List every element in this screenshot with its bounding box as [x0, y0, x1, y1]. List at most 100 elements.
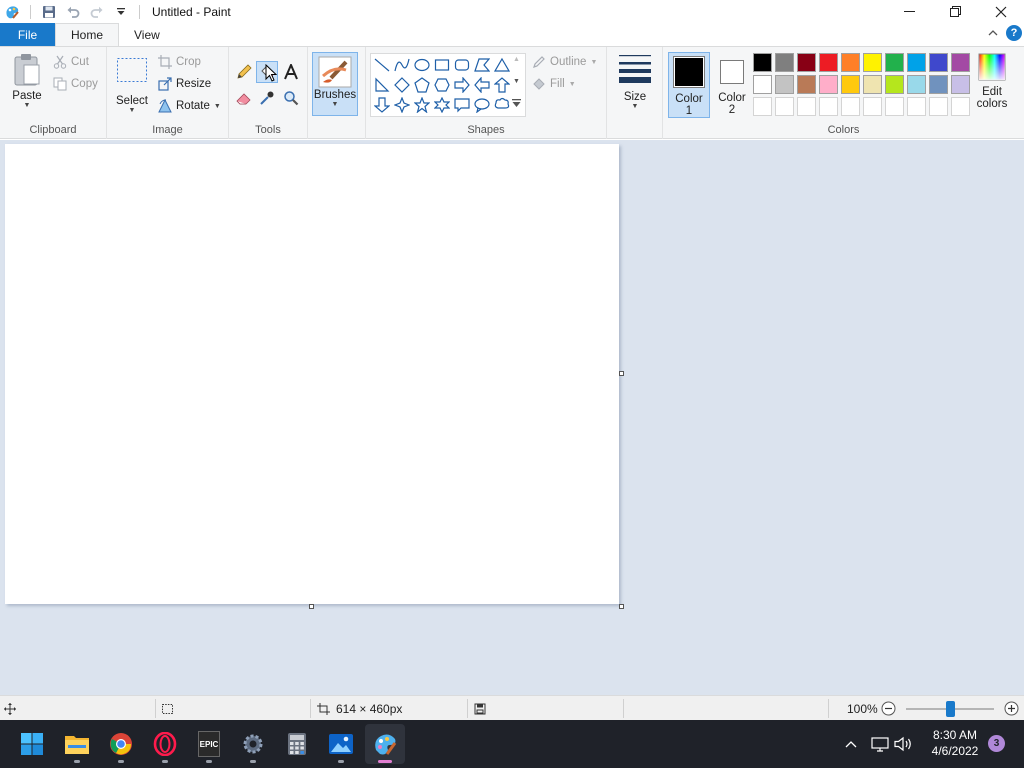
- triangle-shape-icon[interactable]: [492, 55, 512, 75]
- network-icon[interactable]: [869, 736, 891, 752]
- right-arrow-shape-icon[interactable]: [452, 75, 472, 95]
- polygon-shape-icon[interactable]: [472, 55, 492, 75]
- paste-dropdown-icon[interactable]: ▼: [24, 102, 31, 109]
- taskbar-paint[interactable]: [365, 724, 405, 764]
- size-button[interactable]: Size ▼: [615, 53, 655, 110]
- down-arrow-shape-icon[interactable]: [372, 95, 392, 115]
- palette-swatch[interactable]: [885, 75, 904, 94]
- palette-swatch[interactable]: [841, 53, 860, 72]
- fill-button[interactable]: Fill ▼: [532, 77, 576, 91]
- save-icon[interactable]: [37, 0, 61, 23]
- left-arrow-shape-icon[interactable]: [472, 75, 492, 95]
- tab-home[interactable]: Home: [55, 23, 120, 46]
- paste-button[interactable]: Paste ▼: [8, 53, 46, 109]
- palette-swatch[interactable]: [797, 53, 816, 72]
- palette-swatch[interactable]: [753, 75, 772, 94]
- shapes-scroll-up-icon[interactable]: ▲: [513, 56, 520, 63]
- palette-swatch[interactable]: [951, 75, 970, 94]
- customize-quick-access-icon[interactable]: [109, 0, 133, 23]
- color2-button[interactable]: Color 2: [713, 52, 751, 118]
- palette-swatch[interactable]: [775, 75, 794, 94]
- custom-color-slot[interactable]: [863, 97, 882, 116]
- help-icon[interactable]: ?: [1006, 25, 1022, 41]
- select-button[interactable]: Select ▼: [115, 57, 149, 114]
- paint-app-icon[interactable]: [0, 0, 24, 23]
- palette-swatch[interactable]: [929, 75, 948, 94]
- taskbar-settings[interactable]: [233, 724, 273, 764]
- collapse-ribbon-icon[interactable]: [988, 26, 998, 40]
- palette-swatch[interactable]: [929, 53, 948, 72]
- taskbar-chrome[interactable]: [101, 724, 141, 764]
- custom-color-slot[interactable]: [775, 97, 794, 116]
- custom-color-slot[interactable]: [841, 97, 860, 116]
- eraser-tool[interactable]: [233, 87, 255, 109]
- minimize-button[interactable]: [886, 0, 932, 23]
- outline-dropdown-icon[interactable]: ▼: [590, 59, 597, 66]
- palette-swatch[interactable]: [819, 53, 838, 72]
- palette-swatch[interactable]: [885, 53, 904, 72]
- hexagon-shape-icon[interactable]: [432, 75, 452, 95]
- oval-shape-icon[interactable]: [412, 55, 432, 75]
- taskbar-epic-games[interactable]: EPIC: [189, 724, 229, 764]
- custom-color-slot[interactable]: [753, 97, 772, 116]
- zoom-in-icon[interactable]: [1004, 701, 1019, 719]
- palette-swatch[interactable]: [863, 53, 882, 72]
- palette-swatch[interactable]: [797, 75, 816, 94]
- edit-colors-button[interactable]: Edit colors: [974, 53, 1010, 110]
- palette-swatch[interactable]: [775, 53, 794, 72]
- color1-button[interactable]: Color 1: [668, 52, 710, 118]
- system-clock[interactable]: 8:30 AM 4/6/2022: [920, 727, 990, 759]
- up-arrow-shape-icon[interactable]: [492, 75, 512, 95]
- drawing-canvas[interactable]: [5, 144, 619, 604]
- notification-badge[interactable]: 3: [988, 735, 1005, 752]
- maximize-button[interactable]: [932, 0, 978, 23]
- shapes-scroll-down-icon[interactable]: ▼: [513, 78, 520, 85]
- start-button[interactable]: [12, 724, 52, 764]
- rounded-rectangle-shape-icon[interactable]: [452, 55, 472, 75]
- volume-icon[interactable]: [893, 736, 913, 752]
- palette-swatch[interactable]: [863, 75, 882, 94]
- palette-swatch[interactable]: [753, 53, 772, 72]
- select-dropdown-icon[interactable]: ▼: [129, 107, 136, 114]
- brushes-dropdown-icon[interactable]: ▼: [332, 101, 339, 108]
- size-dropdown-icon[interactable]: ▼: [632, 103, 639, 110]
- fill-dropdown-icon[interactable]: ▼: [569, 81, 576, 88]
- cut-button[interactable]: Cut: [53, 55, 89, 69]
- taskbar-file-explorer[interactable]: [57, 724, 97, 764]
- line-shape-icon[interactable]: [372, 55, 392, 75]
- custom-color-slot[interactable]: [819, 97, 838, 116]
- custom-color-slot[interactable]: [797, 97, 816, 116]
- taskbar-opera-gx[interactable]: [145, 724, 185, 764]
- rotate-button[interactable]: Rotate ▼: [158, 99, 221, 113]
- palette-swatch[interactable]: [951, 53, 970, 72]
- resize-handle-right[interactable]: [619, 371, 624, 376]
- custom-color-slot[interactable]: [951, 97, 970, 116]
- resize-button[interactable]: Resize: [158, 77, 211, 91]
- zoom-out-icon[interactable]: [881, 701, 896, 719]
- zoom-slider-thumb[interactable]: [945, 701, 955, 717]
- tab-file[interactable]: File: [0, 23, 55, 46]
- custom-color-slot[interactable]: [885, 97, 904, 116]
- brushes-button[interactable]: Brushes ▼: [312, 52, 358, 116]
- palette-swatch[interactable]: [907, 53, 926, 72]
- curve-shape-icon[interactable]: [392, 55, 412, 75]
- taskbar-calculator[interactable]: [277, 724, 317, 764]
- custom-color-slot[interactable]: [929, 97, 948, 116]
- pencil-tool[interactable]: [233, 61, 255, 83]
- five-point-star-shape-icon[interactable]: [412, 95, 432, 115]
- outline-button[interactable]: Outline ▼: [532, 55, 597, 69]
- rotate-dropdown-icon[interactable]: ▼: [214, 103, 221, 110]
- four-point-star-shape-icon[interactable]: [392, 95, 412, 115]
- tab-view[interactable]: View: [119, 23, 175, 46]
- color-picker-tool[interactable]: [256, 87, 278, 109]
- redo-icon[interactable]: [85, 0, 109, 23]
- show-hidden-icons-chevron-icon[interactable]: [843, 740, 859, 748]
- palette-swatch[interactable]: [841, 75, 860, 94]
- zoom-slider-track[interactable]: [906, 701, 994, 717]
- palette-swatch[interactable]: [907, 75, 926, 94]
- magnifier-tool[interactable]: [280, 87, 302, 109]
- shapes-expand-icon[interactable]: [512, 98, 521, 112]
- cloud-callout-shape-icon[interactable]: [492, 95, 512, 115]
- crop-button[interactable]: Crop: [158, 55, 201, 69]
- oval-callout-shape-icon[interactable]: [472, 95, 492, 115]
